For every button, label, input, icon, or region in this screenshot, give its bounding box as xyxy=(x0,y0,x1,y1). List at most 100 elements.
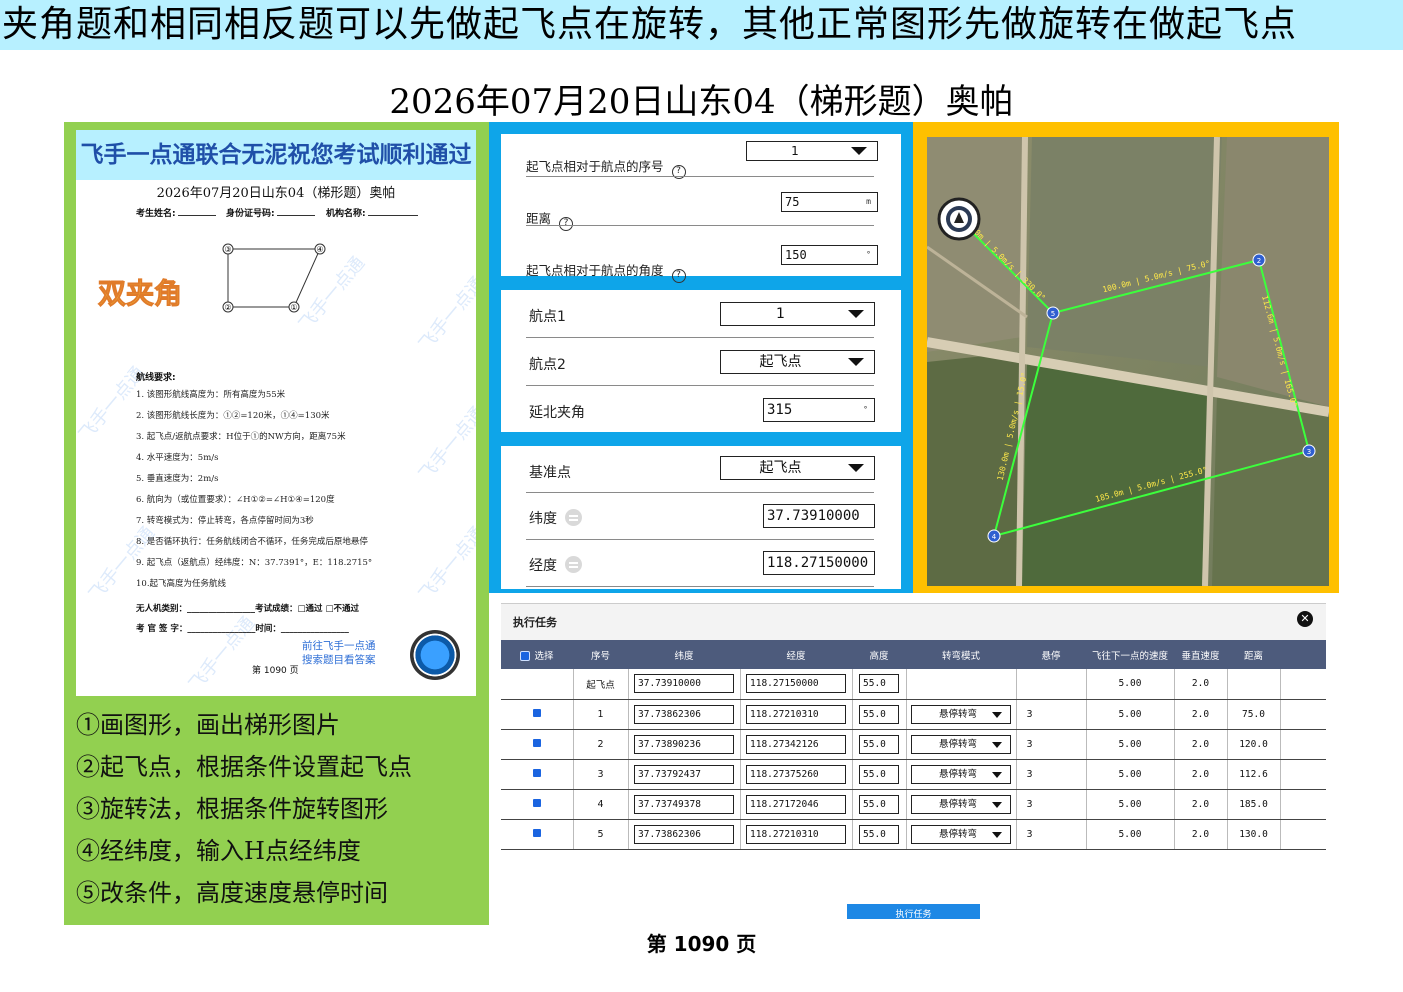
left-panel: 飞手一点通 飞手一点通 飞手一点通 飞手一点通 飞手一点通 飞手一点通 飞手一点… xyxy=(64,122,489,925)
vspeed-cell: 2.0 xyxy=(1173,699,1227,730)
sheet-field-org: 机构名称: xyxy=(326,206,418,219)
waypoint-5[interactable]: 5 xyxy=(1046,306,1060,320)
lat-cell-input[interactable]: 37.73910000 xyxy=(634,674,734,694)
row-checkbox[interactable] xyxy=(532,828,541,837)
alt-cell-input[interactable]: 55.0 xyxy=(859,794,899,814)
row-seq: 2 xyxy=(572,729,628,760)
map-field xyxy=(927,137,1027,352)
turn-mode-select[interactable]: 悬停转弯 xyxy=(911,704,1011,724)
wp2-select[interactable]: 起飞点 xyxy=(720,350,875,374)
row-checkbox[interactable] xyxy=(532,768,541,777)
row-select xyxy=(501,669,573,700)
close-icon[interactable]: ✕ xyxy=(1297,611,1313,627)
step-item: ④经纬度，输入H点经纬度 xyxy=(76,837,361,865)
swap-icon[interactable] xyxy=(565,556,582,573)
lat-cell-input[interactable]: 37.73862306 xyxy=(634,824,734,844)
table-row: 2 37.73890236 118.27342126 55.0 悬停转弯 3 5… xyxy=(501,729,1326,760)
svg-text:2: 2 xyxy=(1257,257,1261,265)
select-all-checkbox[interactable] xyxy=(520,650,531,661)
diagram-label-2: ② xyxy=(224,303,231,312)
satellite-map[interactable]: 100.0m | 5.0m/s | 75.0° 112.6m | 5.0m/s … xyxy=(927,137,1329,586)
requirement-item: 9. 起飞点（返航点）经纬度：N：37.7391°，E：118.2715° xyxy=(136,558,373,568)
waypoint-table: 选择 序号 纬度 经度 高度 转弯模式 悬停 飞往下一点的速度 垂直速度 距离 … xyxy=(501,640,1326,850)
requirement-item: 3. 起飞点/返航点要求：H位于①的NW方向，距离75米 xyxy=(136,432,346,442)
top-banner: 夹角题和相同相反题可以先做起飞点在旋转，其他正常图形先做旋转在做起飞点 xyxy=(0,0,1403,50)
alt-cell-input[interactable]: 55.0 xyxy=(859,674,899,694)
requirement-item: 1. 该图形航线高度为：所有高度为55米 xyxy=(136,390,286,400)
wp1-select[interactable]: 1 xyxy=(720,302,875,326)
lat-cell-input[interactable]: 37.73792437 xyxy=(634,764,734,784)
north-angle-input[interactable]: 315 ° xyxy=(763,398,875,422)
column-header: 悬停 xyxy=(1016,640,1086,669)
map-canvas[interactable]: 100.0m | 5.0m/s | 75.0° 112.6m | 5.0m/s … xyxy=(927,137,1329,586)
lon-label: 经度 xyxy=(529,555,582,575)
lat-label: 纬度 xyxy=(529,508,582,528)
waypoint-2[interactable]: 2 xyxy=(1252,253,1266,267)
waypoint-4[interactable]: 4 xyxy=(987,529,1001,543)
alt-cell-input[interactable]: 55.0 xyxy=(859,824,899,844)
map-field xyxy=(927,352,1022,586)
seq-select[interactable]: 1 xyxy=(746,141,878,161)
table-row: 4 37.73749378 118.27172046 55.0 悬停转弯 3 5… xyxy=(501,789,1326,820)
row-checkbox[interactable] xyxy=(532,738,541,747)
execute-task-button[interactable]: 执行任务 xyxy=(847,904,980,919)
lat-input[interactable]: 37.73910000 xyxy=(763,504,875,528)
vspeed-cell: 2.0 xyxy=(1173,729,1227,760)
task-dialog-header: 执行任务 ✕ xyxy=(501,604,1326,640)
vspeed-cell: 2.0 xyxy=(1173,819,1227,850)
turn-cell xyxy=(905,669,1016,700)
page-number: 第 1090 页 xyxy=(646,932,757,956)
turn-mode-select[interactable]: 悬停转弯 xyxy=(911,794,1011,814)
row-seq: 4 xyxy=(572,789,628,820)
row-checkbox[interactable] xyxy=(532,798,541,807)
diagram-label-4: ④ xyxy=(316,245,323,254)
chevron-down-icon xyxy=(848,464,864,472)
lon-cell-input[interactable]: 118.27172046 xyxy=(746,794,846,814)
sheet-sign-category: 无人机类别：________________考试成绩：□通过 □不通过 xyxy=(136,604,360,614)
wp1-label: 航点1 xyxy=(529,309,566,325)
lon-cell-input[interactable]: 118.27342126 xyxy=(746,734,846,754)
turn-mode-select[interactable]: 悬停转弯 xyxy=(911,764,1011,784)
alt-cell-input[interactable]: 55.0 xyxy=(859,764,899,784)
row-checkbox[interactable] xyxy=(532,708,541,717)
swap-icon[interactable] xyxy=(565,509,582,526)
column-header xyxy=(1280,640,1326,669)
help-icon[interactable]: ? xyxy=(559,217,574,231)
lon-cell-input[interactable]: 118.27210310 xyxy=(746,824,846,844)
hover-cell: 3 xyxy=(1015,699,1086,730)
column-header: 高度 xyxy=(852,640,906,669)
sheet-footer-link: 前往飞手一点通 搜索题目看答案 xyxy=(302,640,376,666)
help-icon[interactable]: ? xyxy=(671,269,686,283)
task-dialog-title: 执行任务 xyxy=(513,616,557,629)
turn-mode-select[interactable]: 悬停转弯 xyxy=(911,824,1011,844)
row-seq: 5 xyxy=(572,819,628,850)
requirement-item: 7. 转弯模式为：停止转弯，各点停留时间为3秒 xyxy=(136,516,314,526)
lat-cell-input[interactable]: 37.73862306 xyxy=(634,704,734,724)
table-row: 3 37.73792437 118.27375260 55.0 悬停转弯 3 5… xyxy=(501,759,1326,790)
turn-mode-select[interactable]: 悬停转弯 xyxy=(911,734,1011,754)
sheet-footer-page: 第 1090 页 xyxy=(252,666,299,676)
step-item: ⑤改条件，高度速度悬停时间 xyxy=(76,879,388,907)
dist-cell xyxy=(1226,669,1280,700)
svg-text:3: 3 xyxy=(1307,448,1311,456)
watermark: 飞手一点通 xyxy=(415,522,476,606)
lat-cell-input[interactable]: 37.73890236 xyxy=(634,734,734,754)
lat-cell-input[interactable]: 37.73749378 xyxy=(634,794,734,814)
ref-point-select[interactable]: 起飞点 xyxy=(720,456,875,480)
lon-cell-input[interactable]: 118.27210310 xyxy=(746,704,846,724)
alt-cell-input[interactable]: 55.0 xyxy=(859,704,899,724)
sheet-banner: 飞手一点通联合无泥祝您考试顺利通过 xyxy=(76,130,476,180)
alt-cell-input[interactable]: 55.0 xyxy=(859,734,899,754)
angle-input[interactable]: 150 ° xyxy=(781,245,878,265)
dist-input[interactable]: 75 m xyxy=(781,192,878,212)
chevron-down-icon xyxy=(848,358,864,366)
lon-cell-input[interactable]: 118.27150000 xyxy=(746,674,846,694)
dist-cell: 130.0 xyxy=(1226,819,1280,850)
home-marker-icon[interactable] xyxy=(937,197,981,241)
select-all-header[interactable]: 选择 xyxy=(501,640,573,669)
waypoint-3[interactable]: 3 xyxy=(1302,444,1316,458)
speed-cell: 5.00 xyxy=(1085,699,1174,730)
lon-cell-input[interactable]: 118.27375260 xyxy=(746,764,846,784)
lon-input[interactable]: 118.27150000 xyxy=(763,551,875,575)
map-field xyxy=(1027,137,1222,367)
